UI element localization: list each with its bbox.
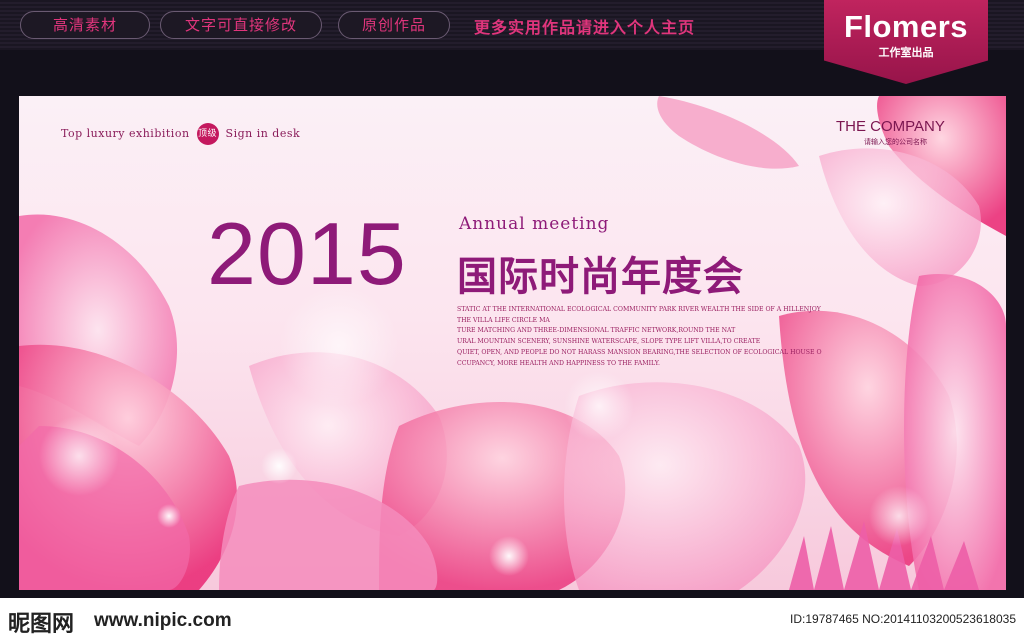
brand-subtitle: 工作室出品 — [878, 46, 934, 59]
annual-meeting-label: Annual meeting — [459, 214, 610, 234]
tagline: Top luxury exhibition 顶级 Sign in desk — [61, 123, 300, 145]
banner-image: Top luxury exhibition 顶级 Sign in desk TH… — [19, 96, 1006, 590]
site-url[interactable]: www.nipic.com — [94, 610, 232, 632]
description-line: THE VILLA LIFE CIRCLE MA — [457, 316, 550, 324]
brand-name: Flomers — [843, 9, 969, 44]
hd-material-button[interactable]: 高清素材 — [20, 11, 150, 39]
company-name: THE COMPANY — [836, 118, 945, 135]
description-line: CCUPANCY, MORE HEALTH AND HAPPINESS TO T… — [457, 359, 660, 367]
event-title: 国际时尚年度会 — [457, 254, 744, 300]
event-description: STATIC AT THE INTERNATIONAL ECOLOGICAL C… — [457, 305, 822, 369]
description-line: QUIET, OPEN, AND PEOPLE DO NOT HARASS MA… — [457, 348, 822, 356]
company-subtitle: 请输入您的公司名称 — [864, 138, 927, 146]
footer-bar: 昵图网 www.nipic.com ID:19787465 NO:2014110… — [0, 598, 1024, 642]
brand-badge: Flomers 工作室出品 — [824, 0, 988, 84]
tagline-left: Top luxury exhibition — [61, 127, 190, 140]
top-badge: 顶级 — [196, 123, 219, 145]
homepage-link[interactable]: 更多实用作品请进入个人主页 — [474, 14, 695, 38]
year-heading: 2015 — [207, 204, 407, 303]
editable-text-button[interactable]: 文字可直接修改 — [160, 11, 322, 39]
tagline-right: Sign in desk — [225, 127, 301, 140]
description-line: TURE MATCHING AND THREE-DIMENSIONAL TRAF… — [457, 327, 736, 335]
image-id: ID:19787465 NO:20141103200523618035 — [790, 612, 1016, 626]
original-work-button[interactable]: 原创作品 — [338, 11, 450, 39]
description-line: URAL MOUNTAIN SCENERY, SUNSHINE WATERSCA… — [457, 338, 761, 346]
description-line: STATIC AT THE INTERNATIONAL ECOLOGICAL C… — [457, 306, 821, 313]
nipic-logo: 昵图网 — [8, 612, 75, 637]
